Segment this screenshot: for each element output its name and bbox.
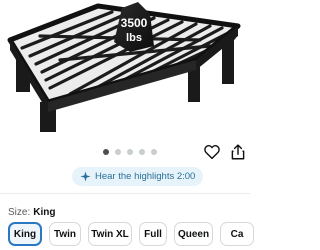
bed-frame-image: 3500 lbs [7, 2, 241, 132]
carousel-dots [103, 149, 157, 155]
size-options: King Twin Twin XL Full Queen Ca [8, 222, 258, 246]
carousel-dot[interactable] [151, 149, 157, 155]
size-option-king[interactable]: King [8, 222, 42, 246]
size-option-full[interactable]: Full [139, 222, 167, 246]
divider [0, 193, 250, 194]
heart-icon[interactable] [203, 143, 221, 161]
product-image[interactable]: 3500 lbs [0, 0, 250, 138]
size-option-twin-xl[interactable]: Twin XL [88, 222, 132, 246]
size-selected-value: King [33, 207, 56, 218]
hear-highlights-button[interactable]: Hear the highlights 2:00 [72, 167, 204, 186]
carousel-dot[interactable] [127, 149, 133, 155]
size-label: Size: King [8, 207, 55, 218]
weight-badge-unit: lbs [126, 32, 142, 44]
carousel-dot[interactable] [103, 149, 109, 155]
weight-badge-number: 3500 [121, 16, 148, 30]
carousel-dot[interactable] [115, 149, 121, 155]
size-option-queen[interactable]: Queen [174, 222, 213, 246]
carousel-dot[interactable] [139, 149, 145, 155]
size-option-twin[interactable]: Twin [49, 222, 81, 246]
highlights-label: Hear the highlights 2:00 [95, 171, 196, 182]
share-icon[interactable] [229, 143, 247, 161]
sparkle-icon [80, 171, 91, 182]
size-option-cal-king[interactable]: Ca [220, 222, 254, 246]
size-key: Size: [8, 207, 31, 218]
